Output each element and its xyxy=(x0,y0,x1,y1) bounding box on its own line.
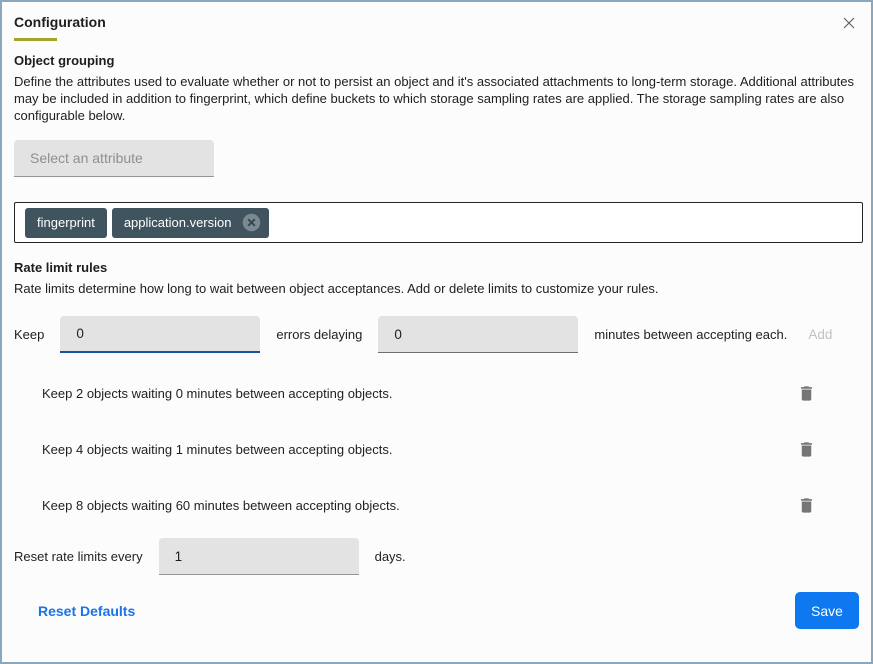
rules-list: Keep 2 objects waiting 0 minutes between… xyxy=(14,365,859,533)
trash-icon xyxy=(797,447,816,462)
reset-days-input[interactable] xyxy=(159,538,359,575)
chip-remove-button[interactable] xyxy=(241,212,262,233)
save-button[interactable]: Save xyxy=(795,592,859,629)
object-grouping-heading: Object grouping xyxy=(14,53,859,68)
trash-icon xyxy=(797,391,816,406)
chip-label: application.version xyxy=(124,215,232,230)
keep-label: Keep xyxy=(14,327,44,342)
attribute-chip-fingerprint[interactable]: fingerprint xyxy=(25,208,107,238)
attribute-chip-application-version[interactable]: application.version xyxy=(112,208,269,238)
page-title: Configuration xyxy=(14,14,106,30)
add-rule-button[interactable]: Add xyxy=(808,327,832,342)
configuration-dialog: Configuration Object grouping Define the… xyxy=(0,0,873,664)
dialog-footer: Reset Defaults Save xyxy=(14,592,859,629)
rule-row: Keep 8 objects waiting 60 minutes betwee… xyxy=(14,477,859,533)
selected-attributes-box: fingerprint application.version xyxy=(14,202,863,243)
add-rule-form: Keep errors delaying minutes between acc… xyxy=(14,316,859,353)
delete-rule-button[interactable] xyxy=(795,438,818,461)
minutes-between-label: minutes between accepting each. xyxy=(594,327,787,342)
delete-rule-button[interactable] xyxy=(795,382,818,405)
cancel-icon xyxy=(241,221,262,236)
rule-text: Keep 8 objects waiting 60 minutes betwee… xyxy=(42,498,400,513)
close-icon xyxy=(841,19,857,34)
reset-rate-limits-row: Reset rate limits every days. xyxy=(14,538,859,575)
delete-rule-button[interactable] xyxy=(795,494,818,517)
title-underline xyxy=(14,38,57,41)
days-label: days. xyxy=(375,549,406,564)
rule-text: Keep 4 objects waiting 1 minutes between… xyxy=(42,442,393,457)
trash-icon xyxy=(797,503,816,518)
object-grouping-description: Define the attributes used to evaluate w… xyxy=(14,73,863,124)
rule-row: Keep 2 objects waiting 0 minutes between… xyxy=(14,365,859,421)
rate-limit-rules-heading: Rate limit rules xyxy=(14,260,859,275)
dialog-header: Configuration xyxy=(14,14,859,41)
close-button[interactable] xyxy=(841,15,857,31)
rule-row: Keep 4 objects waiting 1 minutes between… xyxy=(14,421,859,477)
rate-limit-rules-description: Rate limits determine how long to wait b… xyxy=(14,280,859,297)
reset-defaults-button[interactable]: Reset Defaults xyxy=(38,603,135,619)
errors-delaying-label: errors delaying xyxy=(276,327,362,342)
minutes-delay-input[interactable] xyxy=(378,316,578,353)
reset-every-label: Reset rate limits every xyxy=(14,549,143,564)
rule-text: Keep 2 objects waiting 0 minutes between… xyxy=(42,386,393,401)
attribute-select-input[interactable] xyxy=(14,140,214,177)
chip-label: fingerprint xyxy=(37,215,95,230)
errors-count-input[interactable] xyxy=(60,316,260,353)
